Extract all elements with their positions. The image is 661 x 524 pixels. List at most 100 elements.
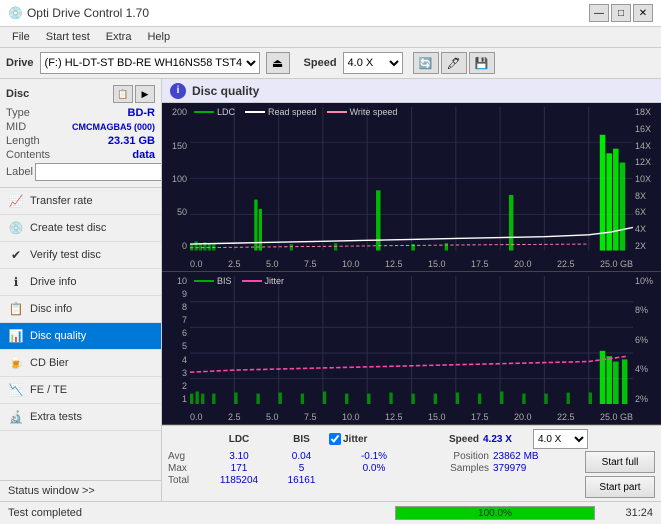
chart2-ylabel-10pct: 10% bbox=[635, 276, 653, 286]
stats-speed-value: 4.23 X bbox=[483, 434, 533, 445]
progress-label: 100.0% bbox=[396, 507, 594, 519]
menu-start-test[interactable]: Start test bbox=[38, 29, 98, 45]
sidebar-item-label-verify: Verify test disc bbox=[30, 249, 101, 261]
speed-icon-2[interactable]: 🖊 bbox=[441, 52, 467, 74]
disc-mid-label: MID bbox=[6, 121, 26, 133]
stats-pos-label: Position bbox=[419, 451, 489, 462]
sidebar-item-disc-info[interactable]: 📋 Disc info bbox=[0, 296, 161, 323]
chart1-x100: 10.0 bbox=[342, 259, 360, 269]
disc-btn-1[interactable]: 📋 bbox=[113, 85, 133, 103]
bis-chart-wrapper: 10 9 8 7 6 5 4 3 2 1 10% 8% bbox=[162, 272, 661, 425]
chart2-x175: 17.5 bbox=[471, 412, 489, 422]
chart2-ylabel-4pct: 4% bbox=[635, 364, 648, 374]
ldc-chart-wrapper: 200 150 100 50 0 18X 16X 14X 12X 10X 8X bbox=[162, 103, 661, 272]
disc-label-label: Label bbox=[6, 166, 33, 178]
sidebar-item-drive-info[interactable]: ℹ Drive info bbox=[0, 269, 161, 296]
cd-bier-icon: 🍺 bbox=[8, 355, 24, 371]
disc-header: Disc 📋 ▶ bbox=[6, 85, 155, 103]
chart1-ylabel-50: 50 bbox=[177, 207, 187, 217]
sidebar-item-label-extra-tests: Extra tests bbox=[30, 411, 82, 423]
chart2-x150: 15.0 bbox=[428, 412, 446, 422]
drive-select[interactable]: (F:) HL-DT-ST BD-RE WH16NS58 TST4 bbox=[40, 52, 260, 74]
disc-contents-label: Contents bbox=[6, 149, 50, 161]
sidebar-item-cd-bier[interactable]: 🍺 CD Bier bbox=[0, 350, 161, 377]
sidebar-item-label-cd-bier: CD Bier bbox=[30, 357, 69, 369]
chart1-x250: 25.0 GB bbox=[600, 259, 633, 269]
bottom-statusbar: Test completed 100.0% 31:24 bbox=[0, 501, 661, 524]
legend-writespeed: Write speed bbox=[350, 107, 398, 117]
chart2-legend: BIS Jitter bbox=[194, 276, 284, 286]
chart2-ylabel-3: 3 bbox=[182, 368, 187, 378]
window-controls: — □ ✕ bbox=[589, 4, 653, 22]
menu-extra[interactable]: Extra bbox=[98, 29, 140, 45]
stats-max-label: Max bbox=[168, 463, 204, 474]
chart2-ylabel-1: 1 bbox=[182, 394, 187, 404]
chart2-ylabel-5: 5 bbox=[182, 341, 187, 351]
chart1-ylabel-14x: 14X bbox=[635, 141, 651, 151]
disc-btn-2[interactable]: ▶ bbox=[135, 85, 155, 103]
sidebar-item-disc-quality[interactable]: 📊 Disc quality bbox=[0, 323, 161, 350]
speed-icon-3[interactable]: 💾 bbox=[469, 52, 495, 74]
transfer-rate-icon: 📈 bbox=[8, 193, 24, 209]
chart2-ylabel-8pct: 8% bbox=[635, 305, 648, 315]
chart1-x125: 12.5 bbox=[385, 259, 403, 269]
disc-type-value: BD-R bbox=[128, 107, 156, 119]
maximize-button[interactable]: □ bbox=[611, 4, 631, 22]
disc-length-label: Length bbox=[6, 135, 40, 147]
disc-mid-value: CMCMAGBA5 (000) bbox=[72, 122, 155, 132]
chart1-x225: 22.5 bbox=[557, 259, 575, 269]
disc-label-input[interactable] bbox=[35, 163, 162, 181]
status-window-link[interactable]: Status window >> bbox=[0, 480, 161, 501]
minimize-button[interactable]: — bbox=[589, 4, 609, 22]
stats-max-jitter: 0.0% bbox=[329, 463, 419, 474]
chart1-x150: 15.0 bbox=[428, 259, 446, 269]
menu-help[interactable]: Help bbox=[139, 29, 178, 45]
chart2-x25: 2.5 bbox=[228, 412, 241, 422]
start-part-button[interactable]: Start part bbox=[585, 476, 655, 498]
stats-avg-jitter: -0.1% bbox=[329, 451, 419, 462]
chart1-x175: 17.5 bbox=[471, 259, 489, 269]
fe-te-icon: 📉 bbox=[8, 382, 24, 398]
jitter-checkbox[interactable] bbox=[329, 433, 341, 445]
menu-file[interactable]: File bbox=[4, 29, 38, 45]
chart2-xaxis: 0.0 2.5 5.0 7.5 10.0 12.5 15.0 17.5 20.0… bbox=[190, 412, 633, 422]
close-button[interactable]: ✕ bbox=[633, 4, 653, 22]
sidebar-menu: 📈 Transfer rate 💿 Create test disc ✔ Ver… bbox=[0, 188, 161, 480]
stats-header-jitter: Jitter bbox=[343, 434, 367, 445]
stats-buttons: Start full Start part bbox=[585, 451, 655, 498]
sidebar-item-extra-tests[interactable]: 🔬 Extra tests bbox=[0, 404, 161, 431]
sidebar-item-label-transfer: Transfer rate bbox=[30, 195, 93, 207]
disc-section: Disc 📋 ▶ Type BD-R MID CMCMAGBA5 (000) L… bbox=[0, 79, 161, 188]
sidebar-item-label-disc-quality: Disc quality bbox=[30, 330, 86, 342]
disc-section-title: Disc bbox=[6, 88, 29, 100]
eject-button[interactable]: ⏏ bbox=[266, 52, 290, 74]
stats-max-ldc: 171 bbox=[204, 463, 274, 474]
stats-header-row: LDC BIS Jitter Speed 4.23 X 4.0 X bbox=[204, 429, 655, 449]
chart2-ylabel-4: 4 bbox=[182, 355, 187, 365]
stats-speed-select[interactable]: 4.0 X bbox=[533, 429, 588, 449]
sidebar-item-create-test-disc[interactable]: 💿 Create test disc bbox=[0, 215, 161, 242]
stats-avg-row: Avg 3.10 0.04 -0.1% Position 23862 MB bbox=[168, 451, 579, 462]
start-full-button[interactable]: Start full bbox=[585, 451, 655, 473]
stats-avg-ldc: 3.10 bbox=[204, 451, 274, 462]
app-title-text: Opti Drive Control 1.70 bbox=[27, 6, 149, 20]
status-text: Test completed bbox=[8, 507, 387, 519]
chart1-x25: 2.5 bbox=[228, 259, 241, 269]
sidebar-item-fe-te[interactable]: 📉 FE / TE bbox=[0, 377, 161, 404]
chart2-ylabel-2: 2 bbox=[182, 381, 187, 391]
drivebar: Drive (F:) HL-DT-ST BD-RE WH16NS58 TST4 … bbox=[0, 48, 661, 79]
stats-max-bis: 5 bbox=[274, 463, 329, 474]
speed-icon-1[interactable]: 🔄 bbox=[413, 52, 439, 74]
sidebar-item-verify-test-disc[interactable]: ✔ Verify test disc bbox=[0, 242, 161, 269]
stats-header-speed: Speed bbox=[419, 434, 479, 445]
chart1-ylabel-2x: 2X bbox=[635, 241, 646, 251]
legend-bis: BIS bbox=[217, 276, 232, 286]
chart2-ylabel-7: 7 bbox=[182, 315, 187, 325]
speed-select[interactable]: 4.0 X bbox=[343, 52, 403, 74]
disc-quality-icon: 📊 bbox=[8, 328, 24, 344]
sidebar: Disc 📋 ▶ Type BD-R MID CMCMAGBA5 (000) L… bbox=[0, 79, 162, 501]
chart2-ylabel-6: 6 bbox=[182, 328, 187, 338]
stats-columns: Avg 3.10 0.04 -0.1% Position 23862 MB Ma… bbox=[168, 451, 579, 486]
sidebar-item-transfer-rate[interactable]: 📈 Transfer rate bbox=[0, 188, 161, 215]
disc-info-icon: 📋 bbox=[8, 301, 24, 317]
